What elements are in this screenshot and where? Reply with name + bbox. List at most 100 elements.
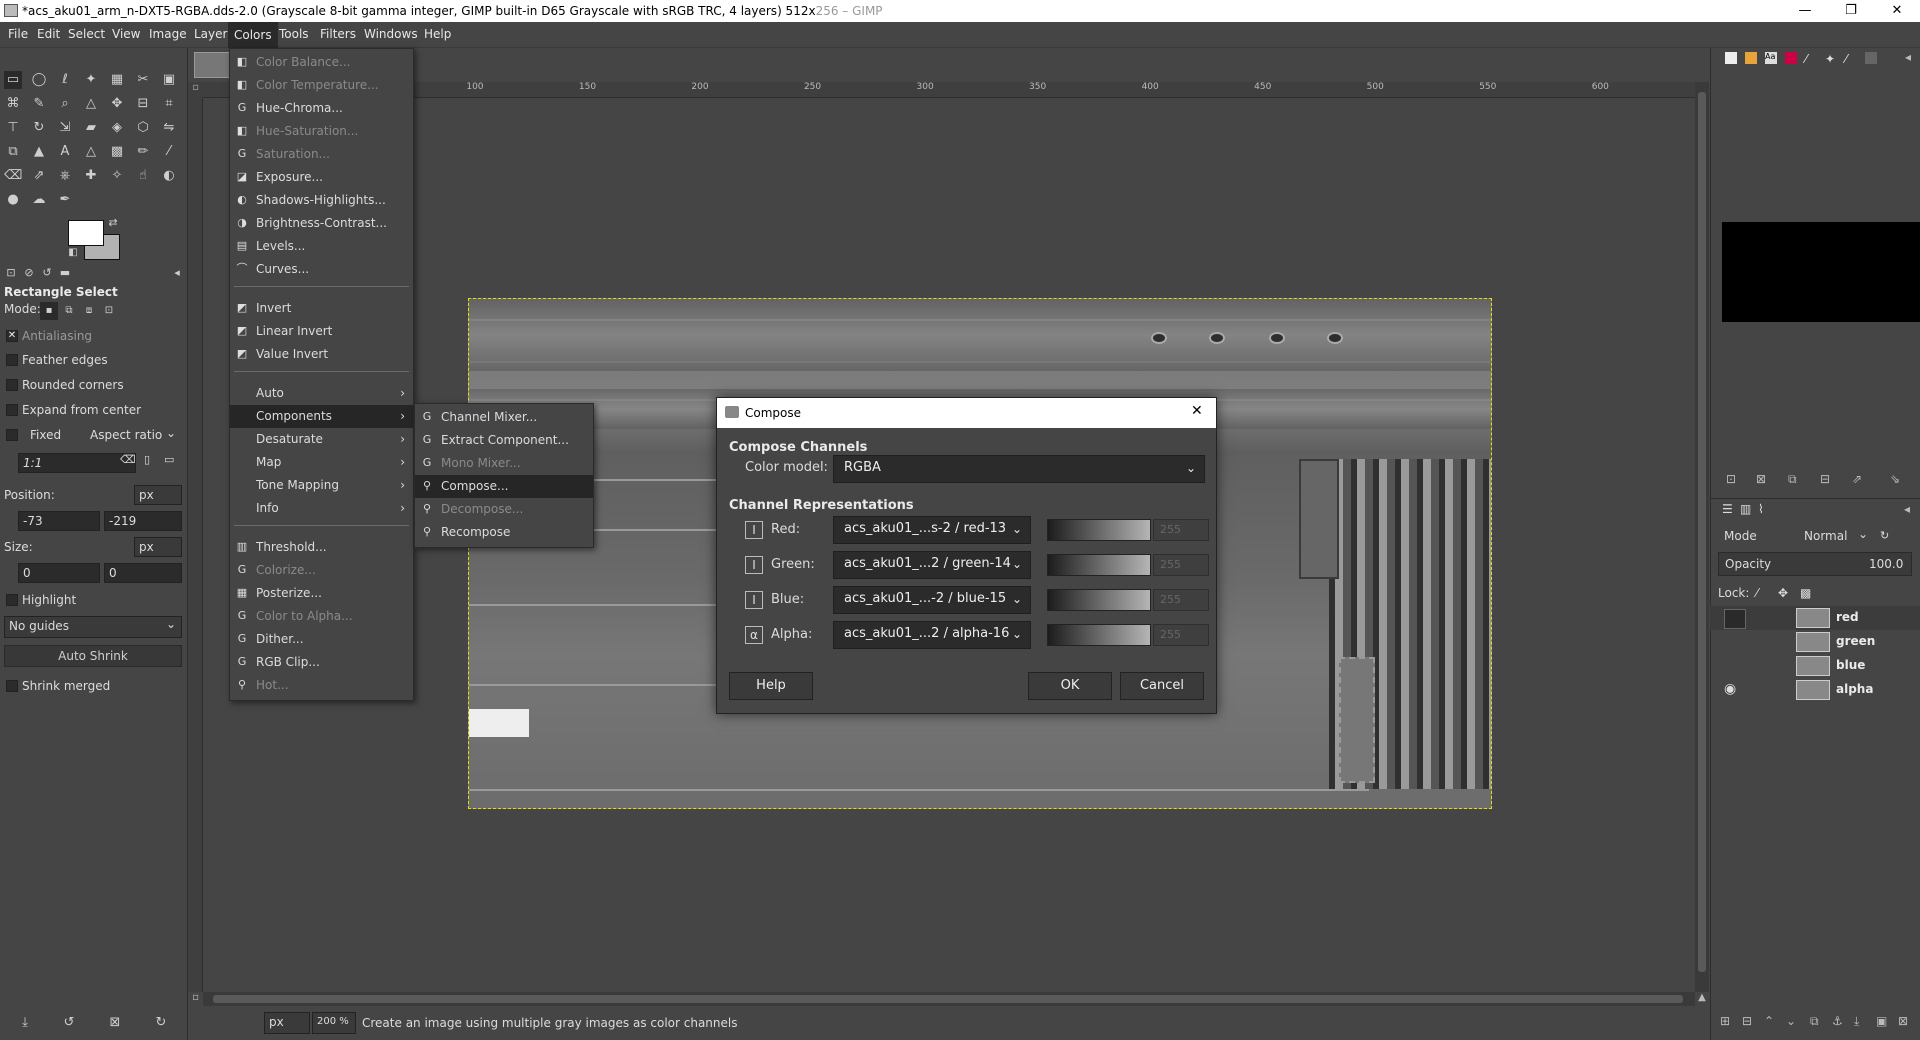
green-source-select[interactable]: acs_aku01_...2 / green-14 ⌄ (833, 551, 1031, 579)
paint-dynamics-tab-icon[interactable]: ⁄ (1805, 52, 1817, 66)
blue-value-slider[interactable] (1047, 589, 1151, 611)
layer-mode-reset-icon[interactable]: ↻ (1880, 529, 1889, 542)
menu-tools[interactable]: Tools (279, 27, 309, 41)
dodge-tool-icon[interactable]: ◐ (160, 167, 178, 185)
dropper-tool-icon[interactable]: ✒ (56, 191, 74, 209)
menu-item-recompose[interactable]: ⚲ Recompose (415, 521, 593, 544)
color-picker-tool-icon[interactable]: ✎ (30, 95, 48, 113)
gradients-tab-icon[interactable] (1865, 52, 1877, 64)
position-y-field[interactable]: -219 (104, 511, 182, 531)
menu-item-curves[interactable]: ⌒ Curves... (230, 258, 413, 281)
menu-item-components[interactable]: Components › (230, 405, 413, 428)
size-unit-select[interactable]: px (134, 537, 182, 557)
menu-item-saturation[interactable]: G Saturation... (230, 143, 413, 166)
menu-help[interactable]: Help (424, 27, 451, 41)
layer-row[interactable]: ◉ alpha (1710, 678, 1920, 702)
vertical-scroll-thumb[interactable] (1698, 92, 1706, 972)
shrink-merged-checkbox[interactable] (6, 680, 18, 692)
menu-select[interactable]: Select (68, 27, 105, 41)
menu-item-colorize[interactable]: G Colorize... (230, 559, 413, 582)
measure-tool-icon[interactable]: △ (82, 95, 100, 113)
image-tab-thumbnail[interactable] (194, 52, 230, 78)
expand-checkbox[interactable] (6, 404, 18, 416)
menu-item-extract-component[interactable]: G Extract Component... (415, 429, 593, 452)
red-value-slider[interactable] (1047, 519, 1151, 541)
opacity-slider[interactable]: Opacity 100.0 (1718, 552, 1912, 576)
move-tool-icon[interactable]: ✥ (108, 95, 126, 113)
portrait-icon[interactable]: ▯ (144, 453, 150, 466)
images-tab-icon[interactable]: ▬ (56, 264, 74, 282)
ok-button[interactable]: OK (1028, 672, 1112, 700)
vertical-scrollbar[interactable] (1695, 82, 1709, 992)
clone-tool-icon[interactable]: ⎈ (56, 167, 74, 185)
size-h-field[interactable]: 0 (104, 563, 182, 583)
zoom-to-fit-icon[interactable]: ▫ (188, 992, 203, 1006)
anchor-layer-icon[interactable]: ⚓ (1832, 1014, 1843, 1028)
pencil-tool-icon[interactable]: ✏ (134, 143, 152, 161)
menu-item-mono-mixer[interactable]: G Mono Mixer... (415, 452, 593, 475)
menu-item-color-to-alpha[interactable]: G Color to Alpha... (230, 605, 413, 628)
fixed-checkbox[interactable] (6, 429, 18, 441)
swap-colors-icon[interactable]: ⇄ (104, 214, 122, 232)
scale-tool-icon[interactable]: ⇲ (56, 119, 74, 137)
aspect-ratio-dropdown[interactable]: Aspect ratio (90, 428, 162, 442)
blue-value-spin[interactable]: 255 (1153, 589, 1209, 611)
menu-item-channel-mixer[interactable]: G Channel Mixer... (415, 406, 593, 429)
dialog-close-button[interactable]: ✕ (1191, 403, 1203, 419)
ratio-field[interactable]: 1:1 (18, 453, 136, 473)
mode-replace-icon[interactable]: ▪ (40, 302, 58, 320)
paths-tool-icon[interactable]: ⌘ (4, 95, 22, 113)
menu-item-auto[interactable]: Auto › (230, 382, 413, 405)
menu-item-decompose[interactable]: ⚲ Decompose... (415, 498, 593, 521)
ink-tool-icon[interactable]: ● (4, 191, 22, 209)
guides-select[interactable]: No guides (4, 616, 182, 638)
lock-alpha-icon[interactable]: ▩ (1800, 586, 1811, 600)
fonts-tab-icon[interactable]: Aa (1765, 52, 1777, 64)
rect-select-tool-icon[interactable]: ▭ (4, 71, 22, 89)
mask-layer-icon[interactable]: ▣ (1876, 1014, 1887, 1028)
menu-item-dither[interactable]: G Dither... (230, 628, 413, 651)
menu-item-rgb-clip[interactable]: G RGB Clip... (230, 651, 413, 674)
rotate-tool-icon[interactable]: ↻ (30, 119, 48, 137)
menu-item-info[interactable]: Info › (230, 497, 413, 520)
eraser-tool-icon[interactable]: ⌫ (4, 167, 22, 185)
zoom-select[interactable]: 200 % (312, 1012, 356, 1034)
red-source-select[interactable]: acs_aku01_...s-2 / red-13 ⌄ (833, 516, 1031, 544)
menu-filters[interactable]: Filters (320, 27, 356, 41)
layer-row[interactable]: green (1710, 630, 1920, 654)
quick-mask-icon[interactable]: ▫ (188, 82, 203, 98)
configure-tab-icon[interactable]: ◂ (168, 264, 186, 282)
brush-delete-icon[interactable]: ⊟ (1820, 472, 1830, 486)
green-value-slider[interactable] (1047, 554, 1151, 576)
delete-options-icon[interactable]: ⊠ (106, 1014, 124, 1032)
align-tool-icon[interactable]: ⊟ (134, 95, 152, 113)
smudge-tool-icon[interactable]: ☝ (134, 167, 152, 185)
menu-colors[interactable]: Colors (228, 22, 278, 48)
blue-source-select[interactable]: acs_aku01_...-2 / blue-15 ⌄ (833, 586, 1031, 614)
menu-item-tone-mapping[interactable]: Tone Mapping › (230, 474, 413, 497)
document-history-tab-icon[interactable] (1785, 52, 1797, 64)
mypaint-brushes-tab-icon[interactable]: ✦ (1825, 52, 1837, 66)
status-unit-select[interactable]: px (264, 1012, 310, 1034)
duplicate-layer-icon[interactable]: ⧉ (1810, 1014, 1819, 1029)
device-status-tab-icon[interactable]: ⊘ (20, 264, 38, 282)
color-select-tool-icon[interactable]: ▦ (108, 71, 126, 89)
menu-item-invert[interactable]: ◩ Invert (230, 297, 413, 320)
brush-refresh-icon[interactable]: ⇗ (1852, 472, 1862, 486)
position-x-field[interactable]: -73 (18, 511, 100, 531)
tool-options-tab-icon[interactable]: ⊡ (2, 264, 20, 282)
green-value-spin[interactable]: 255 (1153, 554, 1209, 576)
menu-windows[interactable]: Windows (364, 27, 418, 41)
clear-ratio-icon[interactable]: ⌫ (120, 453, 136, 466)
new-group-icon[interactable]: ⊟ (1742, 1014, 1752, 1028)
menu-item-value-invert[interactable]: ◩ Value Invert (230, 343, 413, 366)
position-unit-select[interactable]: px (134, 485, 182, 505)
menu-file[interactable]: File (8, 27, 28, 41)
mode-intersect-icon[interactable]: ⊡ (100, 302, 118, 320)
navigate-icon[interactable]: ▲ (1695, 992, 1709, 1006)
mode-subtract-icon[interactable]: ⧈ (80, 302, 98, 320)
layer-row[interactable]: red (1710, 606, 1920, 630)
minimize-button[interactable]: — (1782, 0, 1828, 22)
layer-mode-select[interactable]: Normal (1804, 529, 1847, 543)
lock-pixels-icon[interactable]: ⁄ (1756, 586, 1758, 600)
